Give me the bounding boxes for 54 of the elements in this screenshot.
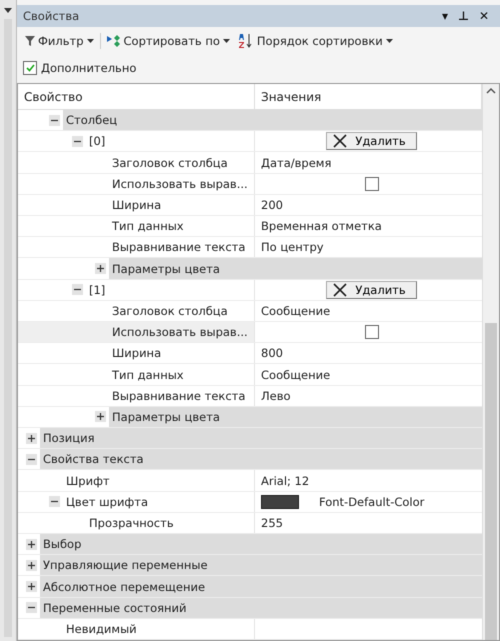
property-value: Лево bbox=[261, 388, 291, 403]
expand-icon[interactable] bbox=[26, 581, 37, 592]
property-value: Сообщение bbox=[261, 304, 330, 318]
caret-icon bbox=[4, 8, 12, 13]
title-bar-button[interactable]: ✕ bbox=[474, 9, 494, 23]
collapse-icon[interactable] bbox=[49, 114, 60, 126]
property-value: Сообщение bbox=[261, 368, 330, 382]
property-value: 200 bbox=[261, 198, 283, 212]
close-icon bbox=[333, 134, 348, 148]
property-value: 255 bbox=[261, 516, 283, 530]
category-row[interactable]: Параметры цвета bbox=[18, 258, 482, 280]
title-bar-button[interactable]: ▾ bbox=[436, 9, 453, 23]
property-value: Дата/время bbox=[261, 156, 332, 170]
sort-icon bbox=[106, 35, 121, 47]
sort-order-icon bbox=[238, 33, 254, 49]
property-value: 800 bbox=[261, 346, 283, 360]
checkbox[interactable] bbox=[23, 61, 37, 75]
expand-icon[interactable] bbox=[26, 538, 37, 550]
category-label: Параметры цвета bbox=[109, 258, 482, 279]
checkbox[interactable] bbox=[364, 176, 378, 191]
scrollbar-thumb[interactable] bbox=[485, 323, 497, 640]
panel-title: Свойства bbox=[23, 9, 80, 23]
property-value: Временная отметка bbox=[261, 219, 382, 234]
close-icon bbox=[333, 282, 348, 297]
expand-icon[interactable] bbox=[26, 432, 37, 444]
property-name-cell[interactable]: Использовать вырав... bbox=[18, 322, 255, 342]
caret-icon bbox=[386, 39, 393, 43]
title-bar-button[interactable]: ⊥ bbox=[452, 9, 474, 23]
property-value: Arial; 12 bbox=[261, 474, 310, 488]
delete-button[interactable]: Удалить bbox=[326, 132, 417, 150]
collapse-icon[interactable] bbox=[72, 136, 83, 147]
filter-icon bbox=[25, 36, 35, 46]
property-value: Font-Default-Color bbox=[319, 494, 424, 509]
caret-icon bbox=[86, 39, 94, 43]
expand-icon[interactable] bbox=[95, 411, 106, 422]
collapse-icon[interactable] bbox=[72, 284, 83, 296]
expand-icon[interactable] bbox=[26, 560, 37, 571]
expand-icon[interactable] bbox=[95, 263, 106, 274]
advanced-checkbox[interactable]: Дополнительно bbox=[17, 55, 500, 81]
column-header[interactable]: Свойство bbox=[18, 84, 255, 110]
category-row[interactable]: Параметры цвета bbox=[18, 406, 482, 428]
property-value: По центру bbox=[261, 240, 324, 254]
collapse-icon[interactable] bbox=[26, 454, 37, 465]
category-label: Параметры цвета bbox=[109, 406, 482, 428]
collapse-icon[interactable] bbox=[49, 496, 60, 508]
caret-icon bbox=[222, 39, 230, 43]
toolbar-button[interactable]: Сортировать по bbox=[104, 34, 232, 48]
checkmark-icon bbox=[26, 64, 34, 72]
checkbox-label: Дополнительно bbox=[41, 61, 136, 75]
checkbox[interactable] bbox=[364, 325, 378, 340]
delete-button[interactable]: Удалить bbox=[326, 280, 417, 299]
toolbar-button[interactable]: Фильтр bbox=[23, 34, 96, 48]
toolbar-button[interactable]: Порядок сортировки bbox=[236, 33, 395, 49]
collapse-icon[interactable] bbox=[26, 602, 37, 614]
